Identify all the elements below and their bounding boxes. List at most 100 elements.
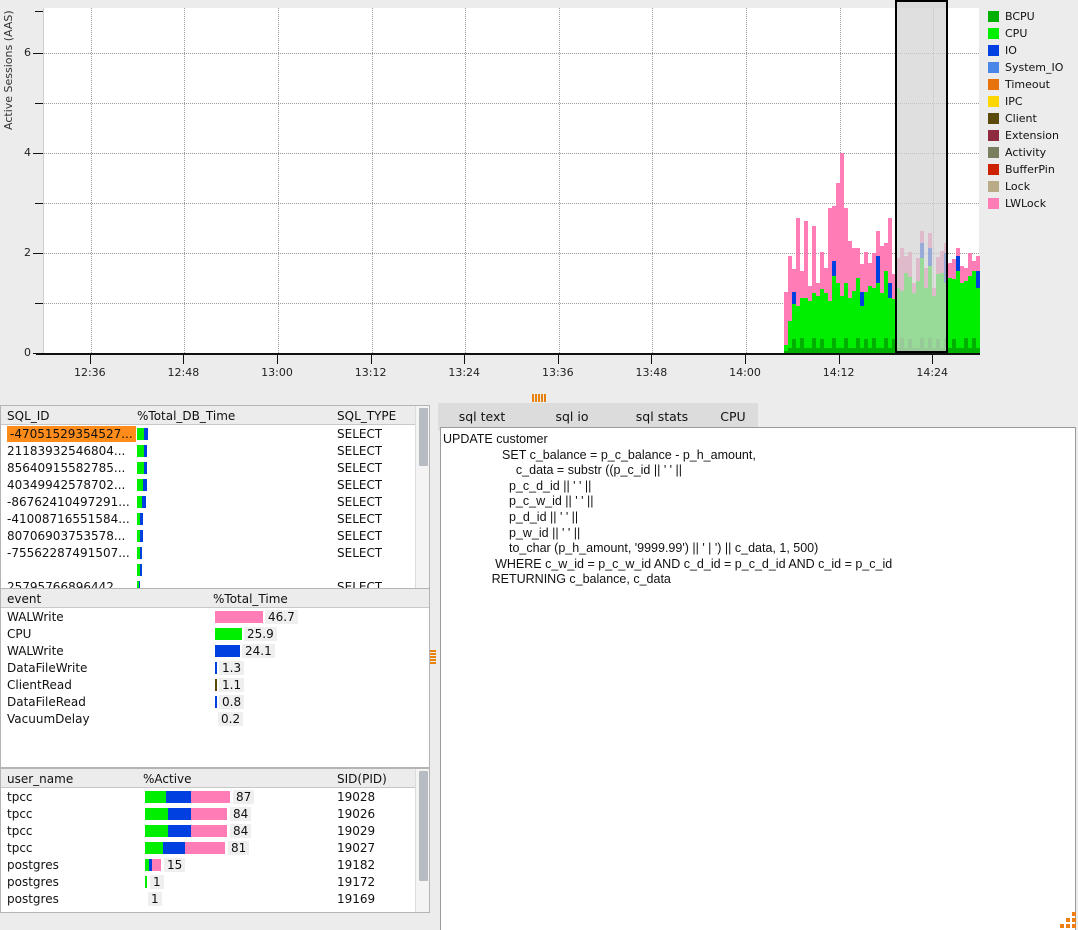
table-row[interactable]: -47051529354527...SELECT bbox=[1, 425, 429, 442]
legend-item-io[interactable]: IO bbox=[988, 42, 1078, 59]
bar-segment bbox=[215, 713, 216, 725]
table-row[interactable]: tpcc8719028 bbox=[1, 788, 429, 805]
cell-pct-total-time-value: 1.1 bbox=[219, 678, 244, 692]
user-table-body[interactable]: tpcc8719028tpcc8419026tpcc8419029tpcc811… bbox=[1, 788, 429, 912]
legend-label: IO bbox=[1005, 44, 1017, 57]
table-row[interactable]: WALWrite46.7 bbox=[1, 608, 429, 625]
legend-item-client[interactable]: Client bbox=[988, 110, 1078, 127]
y-axis-tick bbox=[33, 53, 43, 54]
cell-pct-db-time-bar bbox=[137, 462, 147, 474]
legend-item-lock[interactable]: Lock bbox=[988, 178, 1078, 195]
column-header-user-name: user_name bbox=[7, 772, 73, 786]
cell-sid-pid: 19026 bbox=[337, 807, 375, 821]
table-row[interactable]: postgres119169 bbox=[1, 890, 429, 907]
user-table-scrollbar[interactable] bbox=[415, 769, 429, 913]
legend-item-activity[interactable]: Activity bbox=[988, 144, 1078, 161]
chart-bar-segment-lwlock bbox=[944, 243, 948, 253]
table-row[interactable]: 80706903753578...SELECT bbox=[1, 527, 429, 544]
y-axis-minor-tick bbox=[35, 11, 43, 12]
event-table[interactable]: event %Total_Time WALWrite46.7CPU25.9WAL… bbox=[0, 588, 430, 768]
event-table-body[interactable]: WALWrite46.7CPU25.9WALWrite24.1DataFileW… bbox=[1, 608, 429, 767]
legend-item-timeout[interactable]: Timeout bbox=[988, 76, 1078, 93]
gridline-vertical bbox=[559, 8, 560, 353]
legend-label: CPU bbox=[1005, 27, 1027, 40]
horizontal-splitter-grip[interactable] bbox=[532, 394, 548, 402]
cell-pct-total-time-value: 0.2 bbox=[218, 712, 243, 726]
table-row[interactable]: 85640915582785...SELECT bbox=[1, 459, 429, 476]
user-table-scrollbar-thumb[interactable] bbox=[419, 771, 428, 881]
cell-user-name: postgres bbox=[7, 875, 59, 889]
legend-item-bcpu[interactable]: BCPU bbox=[988, 8, 1078, 25]
legend-item-ipc[interactable]: IPC bbox=[988, 93, 1078, 110]
sql-text-viewer[interactable]: UPDATE customer SET c_balance = p_c_bala… bbox=[440, 427, 1076, 930]
cell-sql-type: SELECT bbox=[337, 495, 382, 509]
legend-swatch-icon bbox=[988, 11, 999, 22]
bar-segment bbox=[137, 462, 144, 474]
bar-segment bbox=[145, 876, 147, 888]
cell-pct-active-value: 81 bbox=[228, 841, 249, 855]
gridline-vertical bbox=[465, 8, 466, 353]
x-axis-tick-label: 14:00 bbox=[729, 366, 761, 379]
cell-pct-total-time-value: 25.9 bbox=[244, 627, 277, 641]
sql-id-table[interactable]: SQL_ID %Total_DB_Time SQL_TYPE -47051529… bbox=[0, 405, 430, 590]
table-row[interactable]: -75562287491507...SELECT bbox=[1, 544, 429, 561]
legend-swatch-icon bbox=[988, 181, 999, 192]
bar-segment bbox=[215, 645, 240, 657]
y-axis-tick-label: 6 bbox=[18, 46, 31, 59]
legend-item-lwlock[interactable]: LWLock bbox=[988, 195, 1078, 212]
table-row[interactable]: DataFileRead0.8 bbox=[1, 693, 429, 710]
x-axis-tick-label: 13:48 bbox=[636, 366, 668, 379]
table-row[interactable]: 21183932546804...SELECT bbox=[1, 442, 429, 459]
x-axis-tick bbox=[464, 355, 465, 364]
sql-table-scrollbar[interactable] bbox=[415, 406, 429, 590]
x-axis-tick-label: 13:24 bbox=[448, 366, 480, 379]
column-header-event: event bbox=[7, 592, 41, 606]
bar-segment bbox=[215, 611, 263, 623]
cell-sid-pid: 19028 bbox=[337, 790, 375, 804]
cell-sql-id: -47051529354527... bbox=[7, 426, 136, 442]
cell-pct-total-time-value: 1.3 bbox=[219, 661, 244, 675]
table-row[interactable]: CPU25.9 bbox=[1, 625, 429, 642]
cell-sql-type: SELECT bbox=[337, 478, 382, 492]
legend-item-extension[interactable]: Extension bbox=[988, 127, 1078, 144]
cell-pct-db-time-bar bbox=[137, 496, 146, 508]
table-row[interactable]: tpcc8119027 bbox=[1, 839, 429, 856]
gridline-vertical bbox=[184, 8, 185, 353]
x-axis-tick-label: 13:12 bbox=[355, 366, 387, 379]
table-row[interactable]: postgres1519182 bbox=[1, 856, 429, 873]
legend-item-cpu[interactable]: CPU bbox=[988, 25, 1078, 42]
cell-pct-db-time-bar bbox=[137, 445, 147, 457]
table-row[interactable]: postgres119172 bbox=[1, 873, 429, 890]
column-header-pct-active: %Active bbox=[143, 772, 192, 786]
legend-item-bufferpin[interactable]: BufferPin bbox=[988, 161, 1078, 178]
cell-pct-total-time-bar bbox=[215, 662, 217, 674]
table-row[interactable]: tpcc8419026 bbox=[1, 805, 429, 822]
cell-sid-pid: 19172 bbox=[337, 875, 375, 889]
table-row[interactable]: WALWrite24.1 bbox=[1, 642, 429, 659]
chart-plot-area[interactable] bbox=[43, 8, 979, 353]
table-row[interactable]: VacuumDelay0.2 bbox=[1, 710, 429, 727]
table-row[interactable]: ClientRead1.1 bbox=[1, 676, 429, 693]
x-axis-tick bbox=[839, 355, 840, 364]
cell-pct-db-time-bar bbox=[137, 564, 142, 576]
cell-pct-total-time-value: 46.7 bbox=[265, 610, 298, 624]
table-row[interactable]: tpcc8419029 bbox=[1, 822, 429, 839]
sql-id-table-body[interactable]: -47051529354527...SELECT21183932546804..… bbox=[1, 425, 429, 589]
chart-bar-segment-io bbox=[976, 271, 980, 289]
legend-swatch-icon bbox=[988, 198, 999, 209]
sql-table-scrollbar-thumb[interactable] bbox=[419, 408, 428, 466]
legend-item-system_io[interactable]: System_IO bbox=[988, 59, 1078, 76]
legend-label: Lock bbox=[1005, 180, 1030, 193]
user-table[interactable]: user_name %Active SID(PID) tpcc8719028tp… bbox=[0, 768, 430, 913]
window-resize-grip[interactable] bbox=[1058, 910, 1076, 928]
table-row[interactable]: -41008716551584...SELECT bbox=[1, 510, 429, 527]
cell-sql-type: SELECT bbox=[337, 444, 382, 458]
column-header-sql-id: SQL_ID bbox=[7, 409, 50, 423]
table-row[interactable]: -86762410497291...SELECT bbox=[1, 493, 429, 510]
x-axis-tick-label: 12:36 bbox=[74, 366, 106, 379]
table-row[interactable] bbox=[1, 561, 429, 578]
table-row[interactable]: DataFileWrite1.3 bbox=[1, 659, 429, 676]
bar-segment bbox=[215, 679, 217, 691]
table-row[interactable]: 40349942578702...SELECT bbox=[1, 476, 429, 493]
gridline-vertical bbox=[372, 8, 373, 353]
